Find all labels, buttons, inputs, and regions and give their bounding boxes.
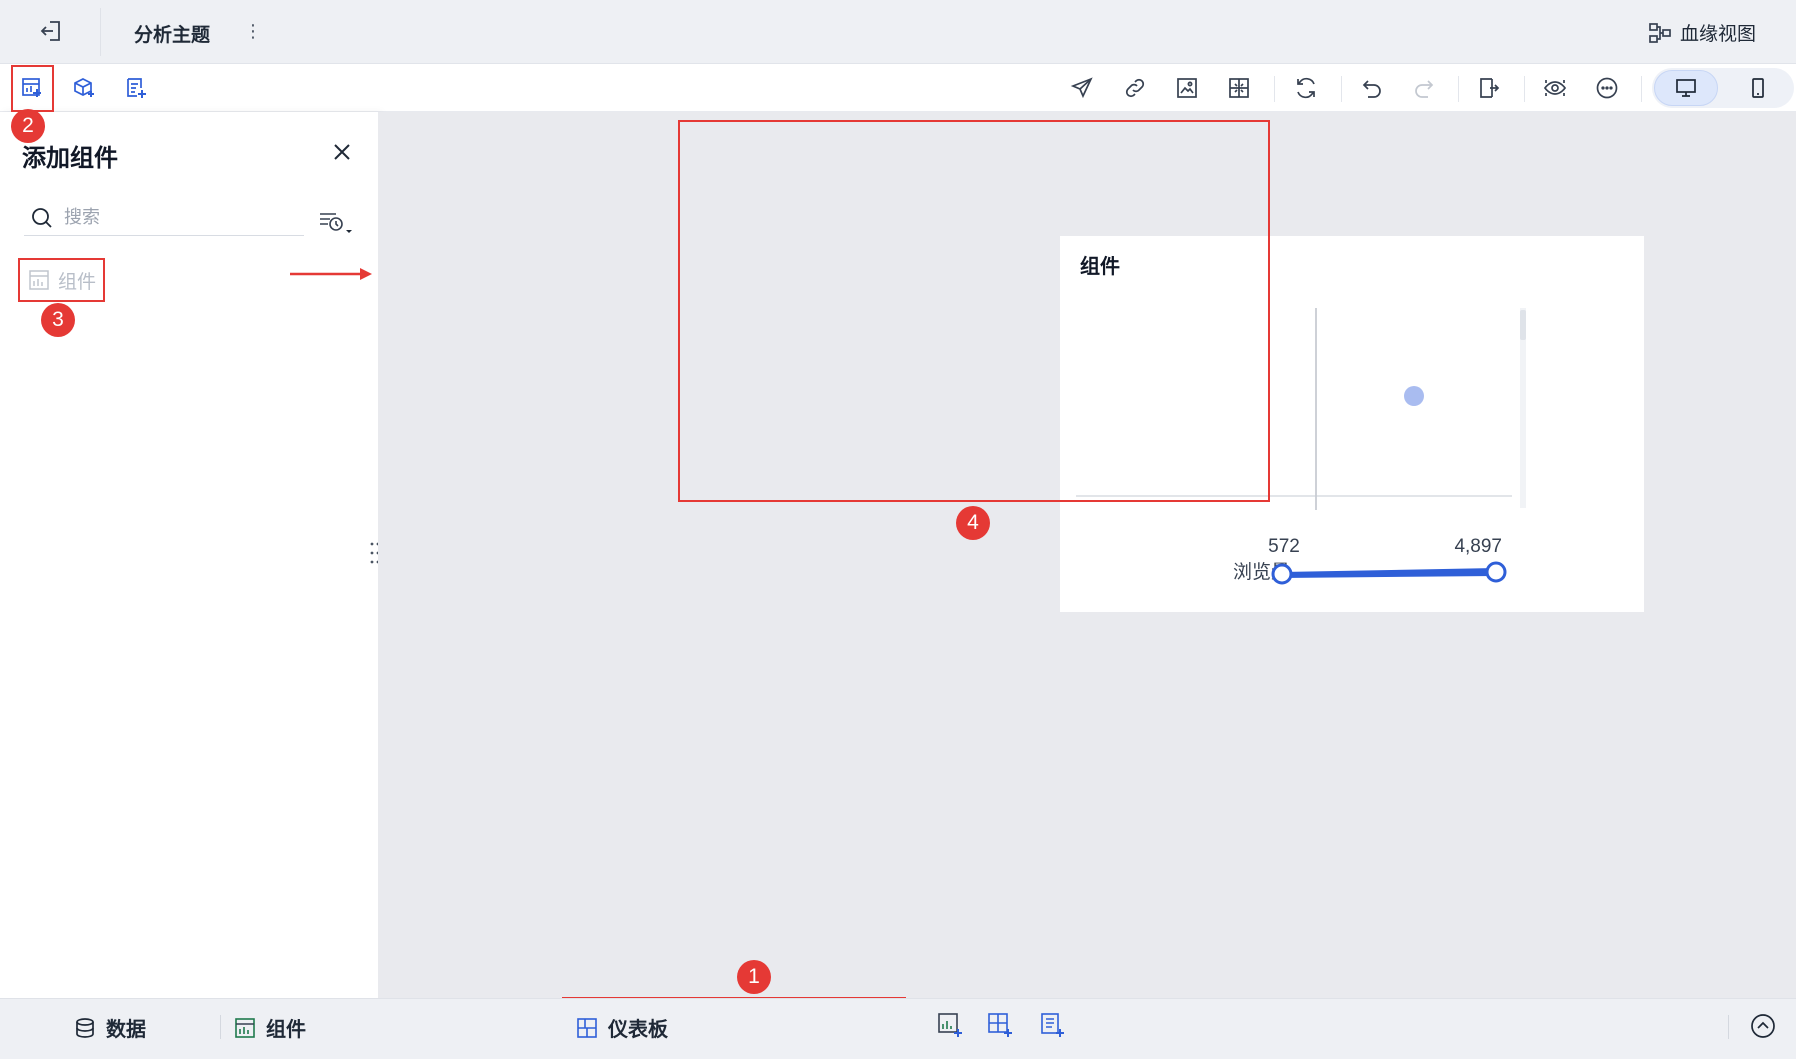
step-badge-1: 1: [737, 960, 771, 994]
list-item-component[interactable]: 组件: [18, 258, 105, 302]
close-icon[interactable]: [330, 140, 354, 164]
exit-icon[interactable]: [38, 18, 64, 44]
add-chart-icon[interactable]: [936, 1011, 966, 1041]
link-icon[interactable]: [1121, 74, 1149, 102]
header-divider: [100, 8, 101, 56]
mobile-icon[interactable]: [1746, 76, 1770, 100]
lineage-label: 血缘视图: [1679, 23, 1756, 45]
chart-component-icon: [29, 270, 49, 290]
dashboard-icon: [577, 1017, 597, 1038]
toolbar-divider: [1458, 76, 1459, 102]
bottom-divider: [220, 1015, 221, 1039]
slider-min-handle[interactable]: [1271, 563, 1293, 585]
desktop-icon: [1676, 79, 1696, 97]
page-title: 分析主题: [134, 24, 211, 46]
tab-components[interactable]: 组件: [234, 1013, 306, 1042]
search-icon: [32, 208, 52, 228]
panel-title: 添加组件: [22, 144, 118, 172]
toolbar: [0, 64, 1796, 112]
collapse-up-icon[interactable]: [1748, 1011, 1778, 1041]
scatter-plot: 浏览量 572 4,897: [1076, 308, 1526, 585]
add-component-panel: 添加组件 组件: [0, 112, 378, 998]
step-badge-2: 2: [11, 109, 45, 143]
bottom-bar: 数据 组件 仪表板: [0, 998, 1796, 1059]
toolbar-divider: [1274, 76, 1275, 102]
lineage-view-button[interactable]: 血缘视图: [1648, 19, 1756, 46]
image-export-icon[interactable]: [1173, 74, 1201, 102]
step-badge-4: 4: [956, 506, 990, 540]
dashboard-canvas[interactable]: 组件 浏览量 572 4,897: [378, 112, 1796, 998]
slider-range-bar: [1282, 568, 1496, 578]
preview-eye-icon[interactable]: [1541, 74, 1569, 102]
more-vertical-icon[interactable]: ⋮: [244, 20, 262, 44]
export-panel-icon[interactable]: [1476, 74, 1504, 102]
layout-grid-icon[interactable]: [1225, 74, 1253, 102]
add-dashboard-icon[interactable]: [986, 1011, 1016, 1041]
add-report-icon[interactable]: [1038, 1011, 1068, 1041]
add-text-icon[interactable]: [122, 74, 150, 102]
toolbar-divider: [1641, 76, 1642, 102]
step-badge-3: 3: [41, 303, 75, 337]
tab-components-label: 组件: [266, 1017, 306, 1041]
database-icon: [76, 1017, 94, 1038]
redo-icon[interactable]: [1410, 74, 1438, 102]
more-horizontal-icon[interactable]: [1593, 74, 1621, 102]
lineage-icon: [1649, 22, 1671, 43]
scroll-thumb[interactable]: [1520, 310, 1526, 340]
data-point[interactable]: [1404, 386, 1424, 406]
send-icon[interactable]: [1068, 74, 1096, 102]
refresh-icon[interactable]: [1292, 74, 1320, 102]
filter-history-icon[interactable]: [318, 208, 354, 238]
bottom-divider: [1728, 1015, 1729, 1039]
add-component-icon[interactable]: [18, 74, 46, 102]
list-item-label: 组件: [58, 270, 97, 293]
tab-dashboard-label: 仪表板: [608, 1017, 668, 1041]
add-cube-icon[interactable]: [70, 74, 98, 102]
component-widget[interactable]: 组件 浏览量 572 4,897: [1060, 236, 1644, 612]
slider-min-value: 572: [1268, 536, 1300, 557]
drag-arrow: [290, 268, 372, 280]
top-header: 分析主题 ⋮ 血缘视图: [0, 0, 1796, 64]
slider-max-value: 4,897: [1454, 536, 1502, 557]
tab-data-label: 数据: [106, 1017, 146, 1041]
search-box: [24, 200, 304, 236]
tab-dashboard[interactable]: 仪表板: [576, 1013, 668, 1042]
undo-icon[interactable]: [1358, 74, 1386, 102]
search-input[interactable]: [64, 202, 294, 232]
toolbar-divider: [1524, 76, 1525, 102]
tab-data[interactable]: 数据: [74, 1013, 146, 1042]
slider-max-handle[interactable]: [1485, 561, 1507, 583]
device-toggle: [1652, 68, 1794, 108]
toolbar-divider: [1341, 76, 1342, 102]
component-chart-icon: [235, 1017, 255, 1038]
